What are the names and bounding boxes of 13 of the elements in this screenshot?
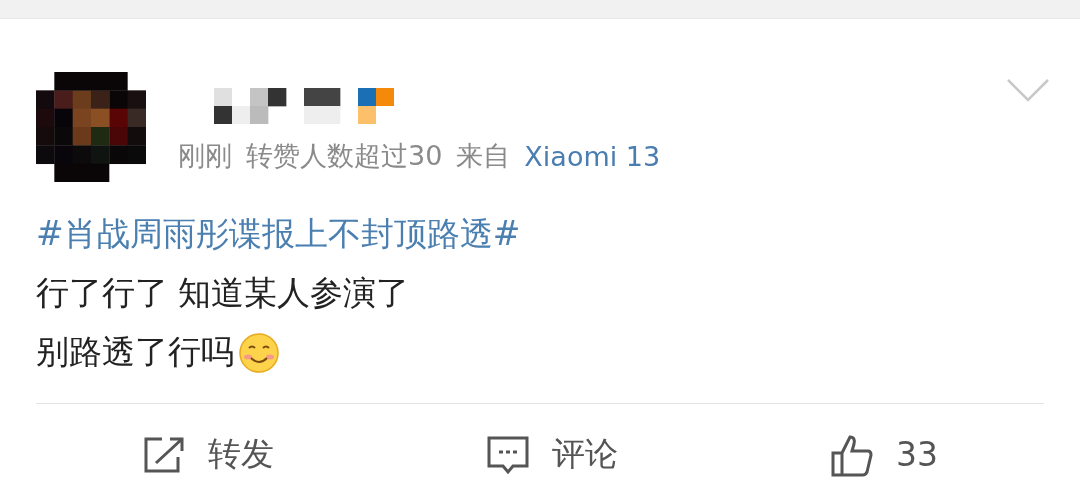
like-button[interactable]: 33 [830,432,938,477]
comment-icon [486,434,530,475]
hashtag-link[interactable]: #肖战周雨彤谍报上不封顶路透# [36,212,521,257]
repost-note: 转赞人数超过30 [246,139,443,173]
post-time: 刚刚 [178,139,232,173]
chevron-down-icon[interactable] [1006,78,1050,102]
comment-button[interactable]: 评论 [486,432,618,477]
smiley-icon [238,331,280,374]
device-source: Xiaomi 13 [524,140,661,172]
post-text: 行了行了 知道某人参演了 [36,272,410,314]
from-label: 来自 [456,139,511,173]
repost-button[interactable]: 转发 [142,432,274,477]
post-text: 别路透了行吗 [36,331,234,373]
